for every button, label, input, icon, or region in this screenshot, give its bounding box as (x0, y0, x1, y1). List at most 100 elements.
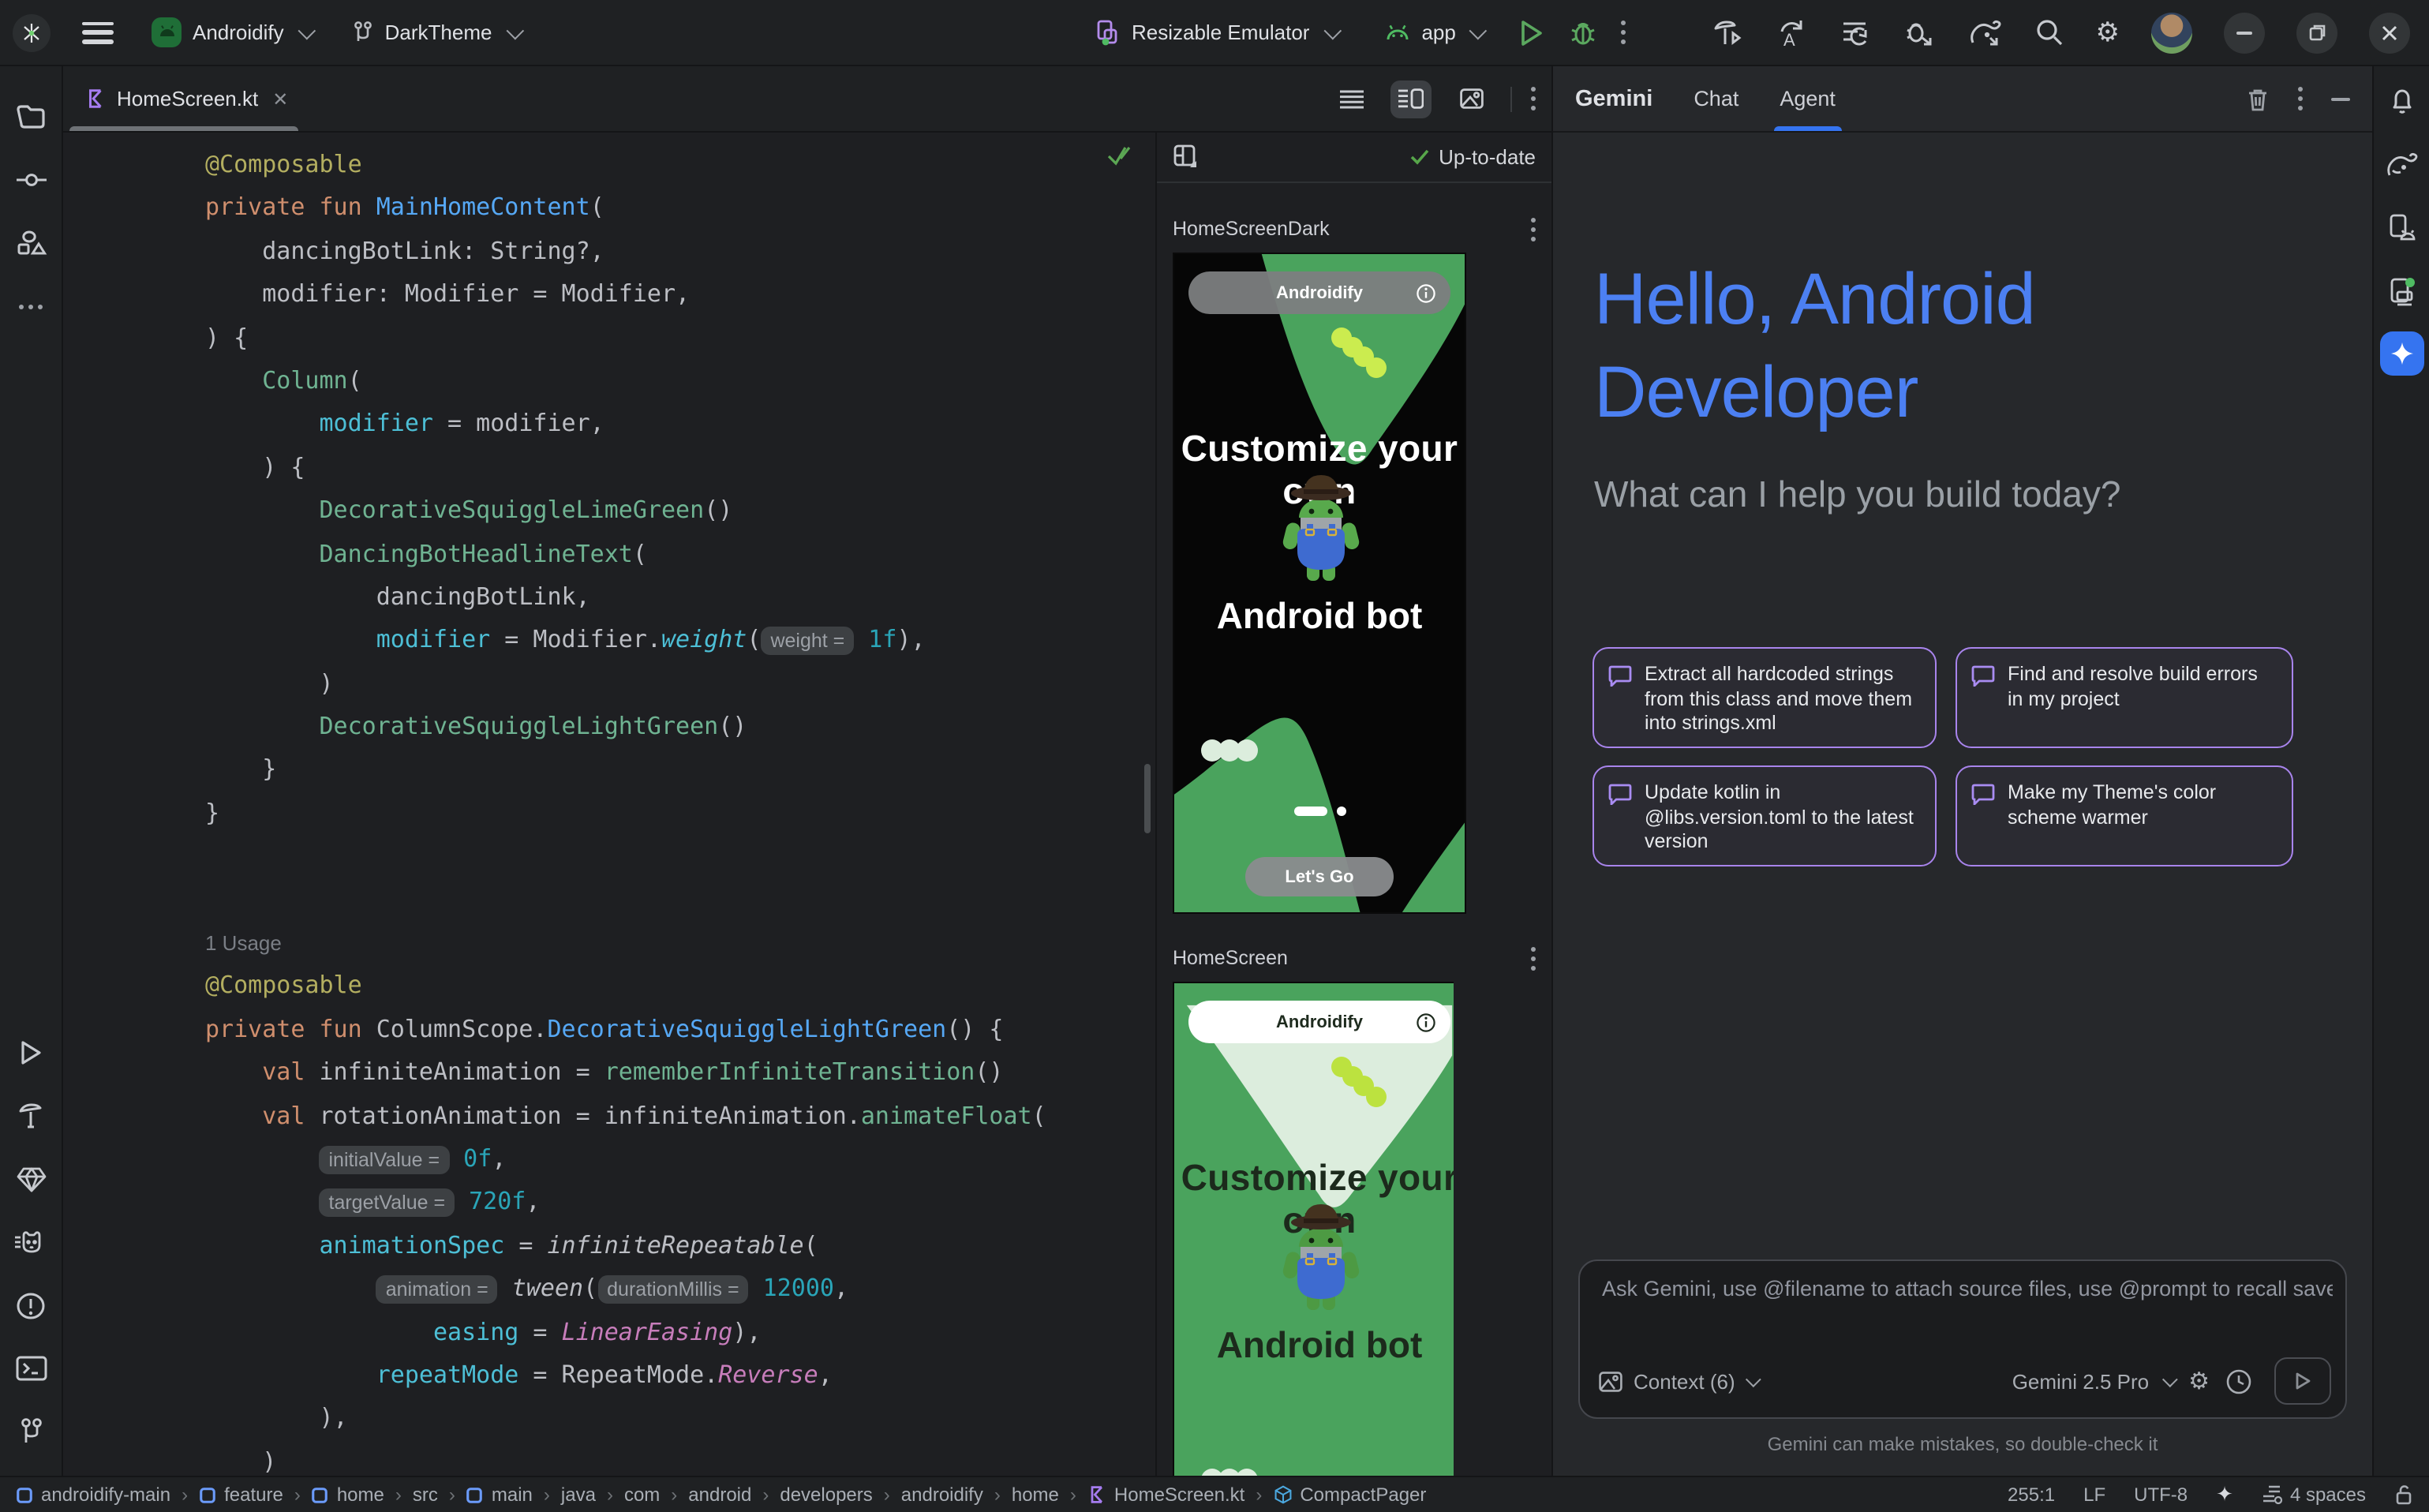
code-line[interactable]: modifier = modifier, (205, 403, 1046, 447)
apply-code-changes-icon[interactable] (1839, 17, 1870, 48)
breadcrumb-item[interactable]: com (624, 1484, 660, 1506)
breadcrumb-item[interactable]: androidify (901, 1484, 983, 1506)
suggestion-card-build-errors[interactable]: Find and resolve build errors in my proj… (1956, 647, 2293, 748)
settings-gear-icon[interactable]: ⚙ (2096, 19, 2120, 46)
write-access-lock-icon[interactable] (2394, 1484, 2413, 1506)
breadcrumb-item[interactable]: android (688, 1484, 751, 1506)
branch-selector[interactable]: DarkTheme (339, 14, 532, 51)
close-window-button[interactable] (2369, 12, 2410, 53)
version-control-tool-icon[interactable] (0, 1400, 62, 1463)
code-line[interactable]: animation = tween(durationMillis = 12000… (205, 1267, 1046, 1311)
run-config-selector[interactable]: app (1371, 14, 1495, 51)
close-tab-icon[interactable]: ✕ (272, 88, 288, 110)
breadcrumb-item[interactable]: src (413, 1484, 438, 1506)
preview-options-icon[interactable] (1531, 217, 1536, 241)
code-line[interactable]: easing = LinearEasing), (205, 1311, 1046, 1354)
build-tool-icon[interactable] (0, 1084, 62, 1147)
logcat-tool-icon[interactable] (0, 1211, 62, 1274)
code-line[interactable]: 1 Usage (205, 922, 1046, 965)
minimize-button[interactable] (2224, 12, 2265, 53)
code-line[interactable]: animationSpec = infiniteRepeatable( (205, 1225, 1046, 1268)
code-line[interactable]: ) (205, 1440, 1046, 1476)
suggestion-card-update-kotlin[interactable]: Update kotlin in @libs.version.toml to t… (1593, 765, 1937, 866)
code-line[interactable]: ) { (205, 316, 1046, 360)
context-selector[interactable]: Context (6) (1599, 1369, 1757, 1393)
preview-layout-icon[interactable] (1173, 144, 1200, 170)
code-line[interactable]: dancingBotLink: String?, (205, 230, 1046, 274)
device-selector[interactable]: Resizable Emulator (1083, 13, 1349, 52)
gemini-settings-icon[interactable]: ⚙ (2188, 1369, 2210, 1393)
breadcrumb-item[interactable]: main (466, 1484, 533, 1506)
tab-agent[interactable]: Agent (1780, 66, 1836, 131)
project-selector[interactable]: Androidify (139, 11, 324, 54)
more-tool-windows-icon[interactable] (0, 275, 62, 338)
gemini-prompt-input[interactable]: Ask Gemini, use @filename to attach sour… (1578, 1259, 2347, 1419)
preview-sync-status[interactable]: Up-to-date (1409, 145, 1536, 169)
code-view-button[interactable] (1331, 80, 1372, 118)
app-insights-tool-icon[interactable] (0, 1147, 62, 1211)
notifications-bell-icon[interactable] (2370, 69, 2429, 133)
hide-panel-icon[interactable] (2331, 97, 2350, 100)
gemini-star-icon[interactable]: ✦ (2216, 1482, 2233, 1507)
run-button[interactable] (1518, 17, 1546, 48)
more-run-options-icon[interactable] (1622, 21, 1626, 44)
tab-chat[interactable]: Chat (1694, 66, 1738, 131)
preview-canvas-homescreen[interactable]: Androidify Customize your own (1173, 982, 1454, 1491)
search-icon[interactable] (2034, 17, 2064, 47)
preview-name-light[interactable]: HomeScreen (1173, 947, 1288, 969)
suggestion-card-theme-warmer[interactable]: Make my Theme's color scheme warmer (1956, 765, 2293, 866)
debug-button[interactable] (1568, 17, 1600, 48)
code-line[interactable] (205, 836, 1046, 879)
caret-position[interactable]: 255:1 (2008, 1484, 2055, 1506)
breadcrumb-item[interactable]: home (312, 1484, 384, 1506)
code-line[interactable]: DecorativeSquiggleLimeGreen() (205, 489, 1046, 533)
send-button[interactable] (2274, 1357, 2331, 1405)
code-line[interactable]: initialValue = 0f, (205, 1138, 1046, 1181)
code-line[interactable]: dancingBotLink, (205, 576, 1046, 619)
commit-tool-icon[interactable] (0, 148, 62, 211)
delete-conversation-icon[interactable] (2246, 86, 2270, 111)
file-encoding[interactable]: UTF-8 (2134, 1484, 2188, 1506)
breadcrumb-item[interactable]: feature (199, 1484, 283, 1506)
code-line[interactable]: targetValue = 720f, (205, 1181, 1046, 1225)
design-view-button[interactable] (1450, 80, 1491, 118)
code-line[interactable]: modifier = Modifier.weight(weight = 1f), (205, 619, 1046, 663)
code-line[interactable]: modifier: Modifier = Modifier, (205, 273, 1046, 316)
code-line[interactable]: Column( (205, 360, 1046, 403)
gemini-tool-icon[interactable] (2370, 322, 2429, 385)
line-ending[interactable]: LF (2083, 1484, 2105, 1506)
gemini-options-icon[interactable] (2298, 87, 2303, 110)
resource-manager-tool-icon[interactable] (0, 211, 62, 275)
model-selector[interactable]: Gemini 2.5 Pro (2012, 1369, 2173, 1393)
run-tool-icon[interactable] (0, 1021, 62, 1084)
editor-options-icon[interactable] (1531, 87, 1536, 110)
code-line[interactable]: repeatMode = RepeatMode.Reverse, (205, 1354, 1046, 1398)
code-line[interactable]: } (205, 792, 1046, 836)
code-line[interactable]: ) (205, 662, 1046, 705)
preview-canvas-homescreendark[interactable]: Androidify Customize your own (1173, 253, 1466, 914)
gradle-sync-icon[interactable] (1967, 17, 2003, 48)
indent-setting[interactable]: 4 spaces (2262, 1484, 2366, 1506)
editor-scrollbar[interactable] (1144, 764, 1151, 833)
preview-name-dark[interactable]: HomeScreenDark (1173, 218, 1330, 240)
breadcrumb-item[interactable]: developers (780, 1484, 872, 1506)
suggestion-card-extract-strings[interactable]: Extract all hardcoded strings from this … (1593, 647, 1937, 748)
code-line[interactable]: val infiniteAnimation = rememberInfinite… (205, 1051, 1046, 1095)
breadcrumb-item[interactable]: HomeScreen.kt (1087, 1484, 1244, 1506)
breadcrumb-item[interactable]: java (561, 1484, 596, 1506)
device-manager-icon[interactable] (2370, 196, 2429, 259)
code-line[interactable]: private fun MainHomeContent( (205, 187, 1046, 230)
apply-changes-icon[interactable]: A (1776, 17, 1807, 48)
code-line[interactable]: ), (205, 1398, 1046, 1441)
maximize-button[interactable] (2296, 12, 2337, 53)
code-line[interactable]: val rotationAnimation = infiniteAnimatio… (205, 1095, 1046, 1138)
breadcrumb-item[interactable]: CompactPager (1273, 1484, 1426, 1506)
gradle-tool-icon[interactable] (2370, 133, 2429, 196)
breadcrumb-item[interactable]: androidify-main (16, 1484, 170, 1506)
breadcrumb-item[interactable]: home (1012, 1484, 1059, 1506)
code-editor[interactable]: @Composableprivate fun MainHomeContent( … (63, 133, 1154, 1476)
running-devices-icon[interactable] (2370, 259, 2429, 322)
split-view-button[interactable] (1390, 80, 1432, 118)
attach-debugger-icon[interactable] (1902, 17, 1935, 48)
terminal-tool-icon[interactable] (0, 1337, 62, 1400)
